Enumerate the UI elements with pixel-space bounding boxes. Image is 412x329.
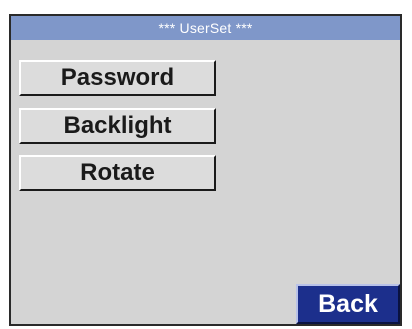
backlight-button[interactable]: Backlight bbox=[19, 108, 216, 144]
back-button[interactable]: Back bbox=[296, 284, 400, 324]
device-screen: *** UserSet *** Password Backlight Rotat… bbox=[9, 14, 402, 326]
window-title: *** UserSet *** bbox=[11, 16, 400, 40]
rotate-button[interactable]: Rotate bbox=[19, 155, 216, 191]
password-button[interactable]: Password bbox=[19, 60, 216, 96]
